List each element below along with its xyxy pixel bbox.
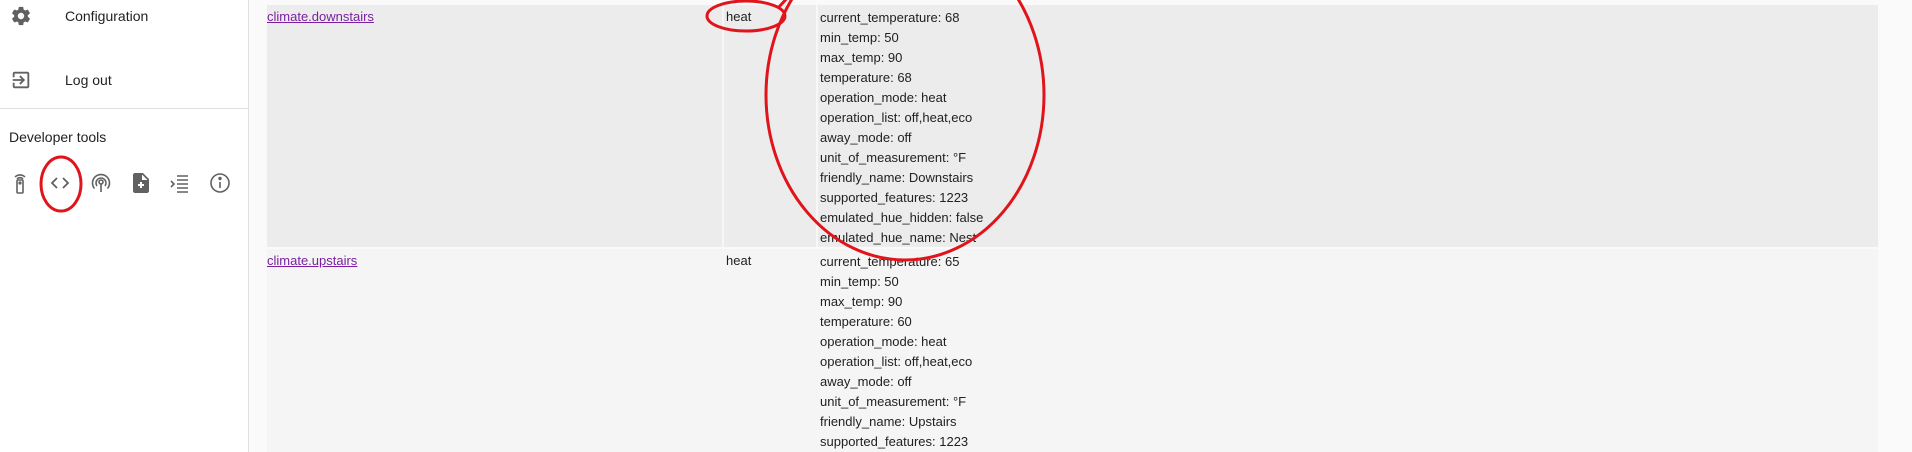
attribute-line: supported_features: 1223 [820, 190, 969, 205]
attribute-line: unit_of_measurement: °F [820, 394, 967, 409]
attributes-cell: current_temperature: 68 min_temp: 50 max… [820, 8, 983, 248]
attribute-line: min_temp: 50 [820, 30, 899, 45]
sidebar-divider [0, 108, 248, 109]
attribute-line: operation_mode: heat [820, 90, 947, 105]
entity-id-cell: climate.upstairs [267, 253, 722, 268]
attribute-line: emulated_hue_hidden: false [820, 210, 984, 225]
sidebar: Configuration Log out Developer tools [0, 0, 249, 452]
table-row: climate.upstairs heat current_temperatur… [267, 249, 1878, 452]
attribute-line: max_temp: 90 [820, 294, 903, 309]
attributes-cell: current_temperature: 65 min_temp: 50 max… [820, 252, 972, 452]
attribute-line: unit_of_measurement: °F [820, 150, 967, 165]
entity-link[interactable]: climate.upstairs [267, 253, 357, 268]
attribute-line: current_temperature: 65 [820, 254, 960, 269]
logout-icon [10, 69, 32, 91]
attribute-line: current_temperature: 68 [820, 10, 960, 25]
attribute-line: operation_list: off,heat,eco [820, 354, 973, 369]
developer-tools-title: Developer tools [9, 129, 107, 145]
attribute-line: supported_features: 1223 [820, 434, 969, 449]
entities-table: climate.downstairs heat current_temperat… [249, 0, 1912, 452]
state-cell: heat [726, 9, 752, 24]
gear-icon [10, 5, 32, 27]
attribute-line: operation_list: off,heat,eco [820, 110, 973, 125]
file-icon[interactable] [128, 170, 154, 196]
remote-icon[interactable] [7, 170, 33, 196]
attribute-line: max_temp: 90 [820, 50, 903, 65]
attribute-line: operation_mode: heat [820, 334, 947, 349]
sidebar-item-configuration[interactable]: Configuration [0, 0, 248, 36]
attribute-line: friendly_name: Upstairs [820, 414, 957, 429]
sidebar-item-logout[interactable]: Log out [0, 60, 248, 100]
info-icon[interactable] [207, 170, 233, 196]
broadcast-icon[interactable] [88, 170, 114, 196]
entity-id-cell: climate.downstairs [267, 9, 722, 24]
code-icon[interactable] [47, 170, 73, 196]
attribute-line: friendly_name: Downstairs [820, 170, 974, 185]
column-divider [722, 5, 724, 247]
table-row: climate.downstairs heat current_temperat… [267, 5, 1878, 247]
state-cell: heat [726, 253, 752, 268]
sidebar-item-label: Log out [65, 72, 112, 88]
attribute-line: temperature: 60 [820, 314, 912, 329]
attribute-line: emulated_hue_name: Nest [820, 230, 977, 245]
log-icon[interactable] [167, 170, 193, 196]
column-divider [816, 5, 818, 247]
attribute-line: temperature: 68 [820, 70, 912, 85]
attribute-line: away_mode: off [820, 130, 912, 145]
attribute-line: away_mode: off [820, 374, 912, 389]
sidebar-item-label: Configuration [65, 8, 149, 24]
attribute-line: min_temp: 50 [820, 274, 899, 289]
entity-link[interactable]: climate.downstairs [267, 9, 374, 24]
